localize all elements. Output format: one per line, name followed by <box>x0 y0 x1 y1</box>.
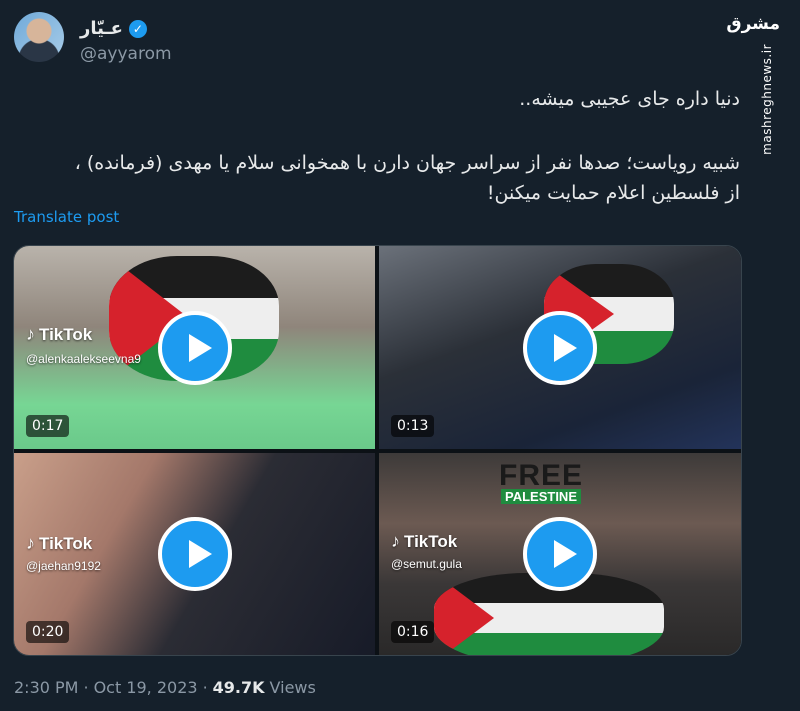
video-duration: 0:13 <box>391 415 435 437</box>
author-name-row[interactable]: عـیّار ✓ <box>80 18 147 39</box>
video-duration: 0:20 <box>26 621 70 643</box>
video-duration: 0:16 <box>391 621 435 643</box>
palestine-overlay-text: PALESTINE <box>501 489 581 504</box>
tiktok-watermark: ♪ TikTok <box>391 531 458 551</box>
views-label: Views <box>269 678 316 697</box>
post-date[interactable]: Oct 19, 2023 <box>94 678 198 697</box>
video-duration: 0:17 <box>26 415 70 437</box>
video-tile-3[interactable]: ♪ TikTok @jaehan9192 0:20 <box>14 453 375 655</box>
tweet-text-line-3: از فلسطین اعلام حمایت میکنن! <box>486 182 740 204</box>
tweet-text-line-1: دنیا داره جای عجیبی میشه.. <box>519 88 740 110</box>
play-icon[interactable] <box>157 517 232 591</box>
tiktok-icon: ♪ <box>26 533 35 553</box>
verified-badge-icon: ✓ <box>128 19 147 38</box>
media-grid: ♪ TikTok @alenkaalekseevna9 0:17 0:13 ♪ … <box>13 245 742 656</box>
watermark-logo: مشرق <box>726 14 780 34</box>
tiktok-watermark: ♪ TikTok <box>26 324 93 344</box>
tiktok-username: @alenkaalekseevna9 <box>26 352 141 366</box>
post-time[interactable]: 2:30 PM <box>14 678 78 697</box>
play-icon[interactable] <box>523 517 597 591</box>
play-icon[interactable] <box>157 310 232 385</box>
views-count: 49.7K <box>212 678 265 697</box>
watermark-site: mashreghnews.ir <box>760 44 774 155</box>
separator: · <box>202 678 208 697</box>
separator: · <box>83 678 89 697</box>
avatar[interactable] <box>14 12 64 62</box>
tiktok-username: @jaehan9192 <box>26 559 101 573</box>
tiktok-icon: ♪ <box>26 324 35 344</box>
tweet-footer: 2:30 PM · Oct 19, 2023 · 49.7K Views <box>14 678 316 697</box>
tiktok-icon: ♪ <box>391 531 400 551</box>
tiktok-watermark: ♪ TikTok <box>26 533 93 553</box>
author-display-name[interactable]: عـیّار <box>80 18 123 39</box>
author-handle[interactable]: @ayyarom <box>80 44 172 64</box>
video-tile-1[interactable]: ♪ TikTok @alenkaalekseevna9 0:17 <box>14 246 375 449</box>
play-icon[interactable] <box>523 310 597 385</box>
free-overlay-text: FREE <box>499 459 584 492</box>
tweet-header: عـیّار ✓ @ayyarom <box>14 12 714 64</box>
video-tile-4[interactable]: FREE PALESTINE ♪ TikTok @semut.gula 0:16 <box>379 453 741 655</box>
translate-post-link[interactable]: Translate post <box>14 208 119 226</box>
watermark: مشرق mashreghnews.ir <box>726 6 794 155</box>
tweet-text-line-2: شبیه رویاست؛ صدها نفر از سراسر جهان دارن… <box>74 152 740 174</box>
tiktok-username: @semut.gula <box>391 557 462 571</box>
video-tile-2[interactable]: 0:13 <box>379 246 741 449</box>
